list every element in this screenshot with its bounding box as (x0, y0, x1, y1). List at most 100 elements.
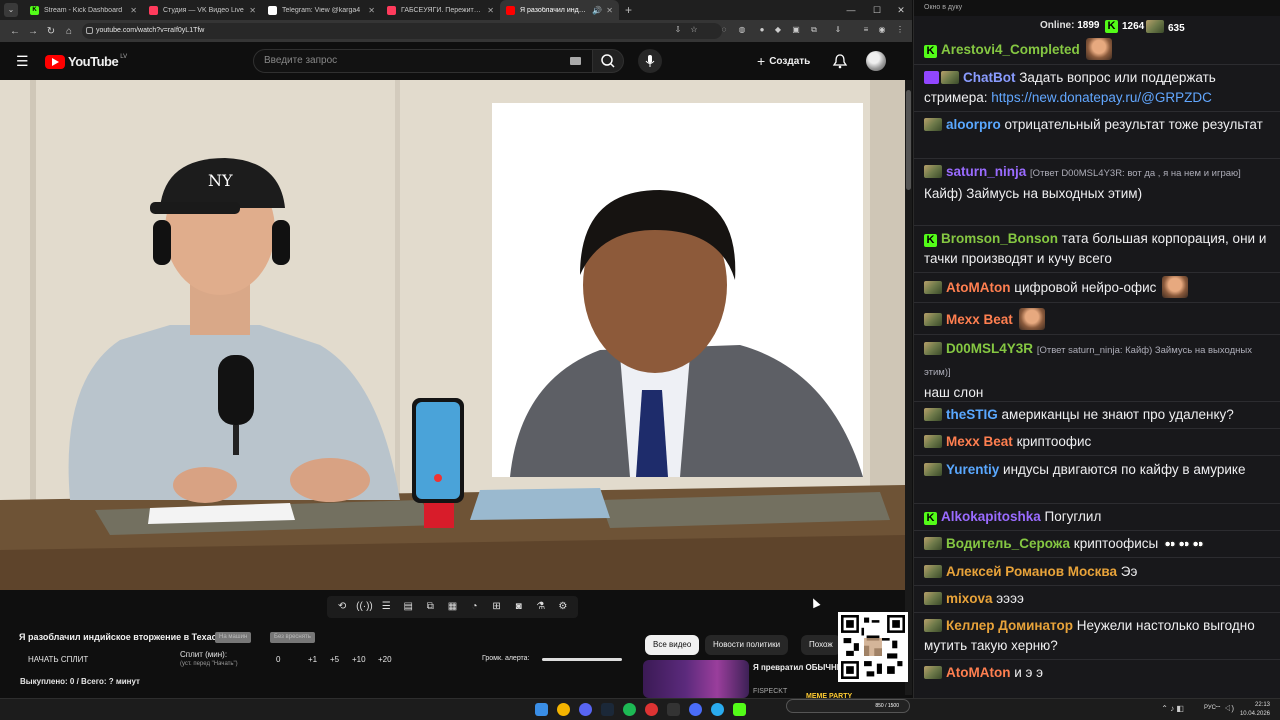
film-icon[interactable]: ▤ (400, 600, 416, 614)
extension-icon[interactable]: ◆ (772, 24, 784, 36)
search-button[interactable] (592, 49, 624, 73)
forward-icon[interactable]: → (24, 26, 42, 37)
recommended-video-title[interactable]: Я превратил ОБЫЧНЫЙ БАЛКОН в ГЕЙМЕРСКИЙ (753, 663, 841, 672)
chip-politics-news[interactable]: Новости политики (705, 635, 789, 655)
video-player[interactable]: NY (0, 80, 905, 590)
chat-username[interactable]: Mexx Beat (946, 434, 1013, 449)
recommended-video-thumbnail[interactable] (643, 660, 749, 698)
close-window-button[interactable]: ✕ (888, 0, 914, 20)
steam-icon[interactable] (601, 703, 614, 716)
split-plus-20-button[interactable]: +20 (378, 655, 392, 664)
status-pill[interactable]: Без вреснять (270, 632, 315, 643)
extension-icon[interactable]: ● (756, 24, 768, 36)
account-avatar[interactable] (866, 51, 886, 71)
chat-username[interactable]: Alkokapitoshka (941, 509, 1041, 524)
add-clip-icon[interactable]: ⊞ (489, 600, 505, 614)
speaker-icon[interactable]: 🔊 (592, 6, 602, 15)
back-icon[interactable]: ← (6, 26, 24, 37)
install-icon[interactable]: ⇩ (672, 24, 684, 36)
close-icon[interactable]: ✕ (368, 6, 375, 15)
downloads-icon[interactable]: ⇓ (832, 24, 844, 36)
telegram-icon[interactable] (711, 703, 724, 716)
player-icon[interactable] (689, 703, 702, 716)
tab-youtube-active[interactable]: Я разоблачил индийское 🔊 ✕ (500, 0, 619, 20)
chat-username[interactable]: ChatBot (963, 70, 1016, 85)
profile-icon[interactable]: ◉ (876, 24, 888, 36)
address-bar[interactable]: youtube.com/watch?v=raIf0yL1Tfw (82, 23, 722, 39)
extensions-puzzle-icon[interactable]: ⧉ (808, 24, 820, 36)
split-plus-10-button[interactable]: +10 (352, 655, 366, 664)
close-icon[interactable]: ✕ (249, 6, 256, 15)
status-pill[interactable]: На машин (215, 632, 252, 643)
menu-kebab-icon[interactable]: ⋮ (894, 24, 906, 36)
picture-in-picture-icon[interactable]: ⧉ (422, 600, 438, 614)
chat-username[interactable]: Mexx Beat (946, 312, 1013, 327)
new-tab-button[interactable]: + (625, 3, 632, 17)
chat-username[interactable]: D00MSL4Y3R (946, 341, 1033, 356)
chat-username[interactable]: AtoMAton (946, 665, 1010, 680)
chat-username[interactable]: aloorpro (946, 117, 1001, 132)
reload-icon[interactable]: ↻ (42, 26, 60, 37)
playlist-icon[interactable]: ☰ (378, 600, 394, 614)
spotify-icon[interactable] (623, 703, 636, 716)
screenshot-camera-icon[interactable]: ◙ (511, 600, 527, 614)
chat-username[interactable]: mixova (946, 591, 993, 606)
reading-list-icon[interactable]: ≡ (860, 24, 872, 36)
keyboard-icon[interactable] (570, 57, 581, 65)
speed-icon[interactable]: ◔ (467, 600, 483, 614)
split-plus-1-button[interactable]: +1 (308, 655, 317, 664)
extension-icon[interactable]: ◍ (736, 24, 748, 36)
app-icon[interactable] (645, 703, 658, 716)
close-icon[interactable]: ✕ (606, 6, 613, 15)
close-icon[interactable]: ✕ (487, 6, 494, 15)
split-minutes-value[interactable]: 0 (276, 655, 280, 664)
donate-link[interactable]: https://new.donatepay.ru/@GRPZDC (991, 90, 1212, 105)
notifications-bell-icon[interactable] (832, 53, 848, 69)
network-volume-icons[interactable]: ⌔ ◁) (1214, 704, 1234, 714)
chat-username[interactable]: saturn_ninja (946, 164, 1026, 179)
bookmark-star-icon[interactable]: ☆ (688, 24, 700, 36)
home-icon[interactable]: ⌂ (60, 26, 78, 37)
tab-vk-video[interactable]: ГАБСЕУЯГИ. Пережить индейст... ✕ (381, 0, 500, 20)
flask-icon[interactable]: ⚗ (533, 600, 549, 614)
tray-icons[interactable]: ⌃ ♪ ◧ (1161, 704, 1184, 713)
search-input[interactable]: Введите запрос (253, 49, 593, 73)
chat-username[interactable]: Bromson_Bonson (941, 231, 1058, 246)
chat-username[interactable]: Arestovi4_Completed (941, 42, 1080, 57)
voice-search-button[interactable] (638, 49, 662, 73)
extension-icon[interactable]: ▣ (790, 24, 802, 36)
scrollbar-thumb[interactable] (906, 90, 911, 190)
tab-search-icon[interactable]: ⌄ (4, 3, 18, 17)
broadcast-icon[interactable]: ((·)) (356, 600, 373, 614)
chat-username[interactable]: Yurentiy (946, 462, 999, 477)
loop-icon[interactable]: ⟲ (334, 600, 350, 614)
frame-icon[interactable]: ▦ (444, 600, 460, 614)
chat-username[interactable]: Алексей Романов Москва (946, 564, 1117, 579)
chat-username[interactable]: Келлер Доминатор (946, 618, 1073, 633)
tab-kick-dashboard[interactable]: K Stream - Kick Dashboard ✕ (24, 0, 143, 20)
chat-username[interactable]: Водитель_Серожа (946, 536, 1070, 551)
chip-all-videos[interactable]: Все видео (645, 635, 700, 655)
discord-icon[interactable] (579, 703, 592, 716)
chat-username[interactable]: theSTIG (946, 407, 998, 422)
close-icon[interactable]: ✕ (130, 6, 137, 15)
recommended-video-channel[interactable]: FISPECKT (753, 688, 787, 695)
page-scrollbar[interactable] (905, 80, 912, 695)
create-button[interactable]: + Создать (757, 51, 810, 71)
site-info-icon[interactable] (86, 27, 93, 34)
chat-username[interactable]: AtoMAton (946, 280, 1010, 295)
split-plus-5-button[interactable]: +5 (330, 655, 339, 664)
settings-gear-icon[interactable]: ⚙ (555, 600, 571, 614)
minimize-button[interactable]: — (838, 0, 864, 20)
chrome-icon[interactable] (557, 703, 570, 716)
start-windows-icon[interactable] (535, 703, 548, 716)
maximize-button[interactable]: ☐ (864, 0, 890, 20)
clock[interactable]: 22:13 10.04.2026 (1240, 701, 1270, 719)
extension-icon[interactable]: ◌ (718, 24, 730, 36)
kick-icon[interactable] (733, 703, 746, 716)
start-split-button[interactable]: НАЧАТЬ СПЛИТ (28, 655, 88, 664)
alert-volume-slider[interactable] (542, 658, 622, 661)
chip-similar[interactable]: Похож (801, 635, 841, 655)
hamburger-menu-icon[interactable]: ☰ (16, 53, 29, 70)
obs-icon[interactable] (667, 703, 680, 716)
